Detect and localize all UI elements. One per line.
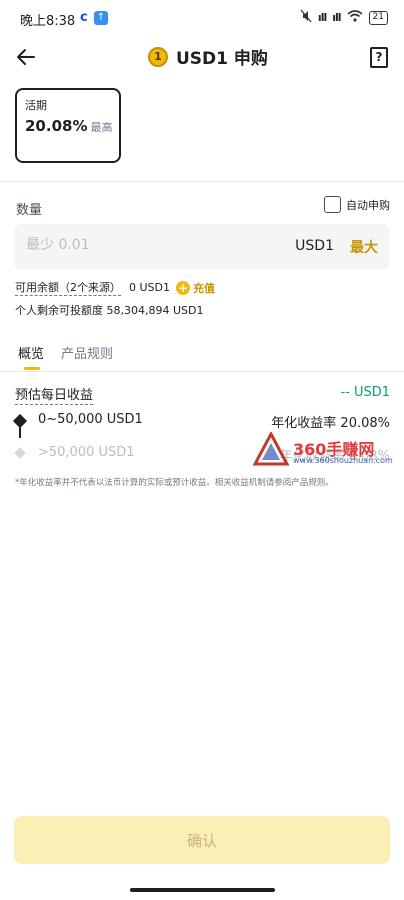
section-divider bbox=[0, 181, 404, 182]
tier-marker-inactive bbox=[14, 447, 26, 459]
back-button[interactable] bbox=[14, 45, 38, 69]
max-button[interactable]: 最大 bbox=[350, 237, 378, 257]
tier-connector bbox=[19, 420, 21, 438]
status-app-icon: ↑ bbox=[94, 11, 108, 25]
available-balance: 可用余额（2个来源） 0 USD1 + 充值 bbox=[15, 279, 215, 296]
page-title-group: 1 USD1 申购 bbox=[148, 44, 268, 69]
watermark-url: www.360shouzhuan.com bbox=[293, 456, 393, 465]
available-balance-value: 0 USD1 bbox=[129, 281, 170, 294]
confirm-button[interactable]: 确认 bbox=[14, 816, 390, 864]
signal-icon-2: ıll bbox=[332, 11, 341, 24]
usd1-coin-icon: 1 bbox=[148, 46, 168, 67]
quantity-label: 数量 bbox=[16, 203, 43, 218]
battery-icon: 21 bbox=[368, 10, 388, 25]
status-app-c-icon: c bbox=[80, 10, 88, 25]
tier-1-rate: 年化收益率 20.08% bbox=[271, 416, 390, 431]
available-balance-label[interactable]: 可用余额（2个来源） bbox=[15, 279, 121, 296]
plus-circle-icon[interactable]: + bbox=[176, 280, 190, 295]
term-card-label: 活期 bbox=[25, 99, 47, 112]
term-card-flexible[interactable]: 活期 20.08% 最高 bbox=[15, 88, 121, 163]
tab-bar: 概览 产品规则 bbox=[0, 340, 404, 370]
watermark-logo: 360手赚网 www.360shouzhuan.com bbox=[253, 432, 403, 468]
tab-bar-border bbox=[0, 371, 404, 372]
help-button[interactable]: ? bbox=[370, 47, 388, 68]
status-time: 晚上8:38 bbox=[20, 14, 76, 29]
tab-overview[interactable]: 概览 bbox=[18, 343, 44, 362]
topup-link[interactable]: 充值 bbox=[193, 280, 215, 296]
page-title: USD1 申购 bbox=[176, 49, 268, 69]
arrow-left-icon bbox=[17, 49, 35, 65]
signal-icon-1: ıll bbox=[317, 11, 327, 24]
home-indicator[interactable] bbox=[130, 888, 275, 892]
auto-subscribe-toggle[interactable]: 自动申购 bbox=[324, 196, 390, 213]
watermark-triangle-icon bbox=[253, 432, 289, 466]
tab-active-indicator bbox=[24, 367, 40, 370]
tier-2-range: >50,000 USD1 bbox=[38, 445, 135, 460]
auto-subscribe-label: 自动申购 bbox=[346, 198, 390, 212]
term-card-rate: 20.08% 最高 bbox=[25, 117, 113, 135]
status-bar: 晚上8:38 c ↑ ıll ıll 21 bbox=[0, 0, 404, 36]
tab-product-rules[interactable]: 产品规则 bbox=[61, 343, 113, 362]
mute-icon bbox=[300, 9, 312, 26]
status-right-icons: ıll ıll 21 bbox=[300, 9, 388, 26]
term-rate-suffix: 最高 bbox=[90, 121, 113, 134]
estimated-daily-earnings-label[interactable]: 预估每日收益 bbox=[15, 384, 94, 405]
tier-1-range: 0~50,000 USD1 bbox=[38, 412, 143, 427]
amount-field-container: USD1 最大 bbox=[14, 224, 390, 270]
remaining-quota: 个人剩余可投额度 58,304,894 USD1 bbox=[15, 304, 204, 317]
amount-input[interactable] bbox=[26, 237, 226, 253]
disclaimer: *年化收益率并不代表以法币计算的实际或预计收益。相关收益机制请参阅产品规则。 bbox=[15, 478, 334, 488]
estimated-daily-earnings-value: -- USD1 bbox=[340, 385, 390, 400]
auto-subscribe-checkbox[interactable] bbox=[324, 196, 341, 213]
header: 1 USD1 申购 ? bbox=[0, 38, 404, 76]
term-rate-value: 20.08% bbox=[25, 117, 88, 135]
wifi-icon bbox=[347, 10, 363, 25]
amount-unit: USD1 bbox=[295, 238, 334, 254]
